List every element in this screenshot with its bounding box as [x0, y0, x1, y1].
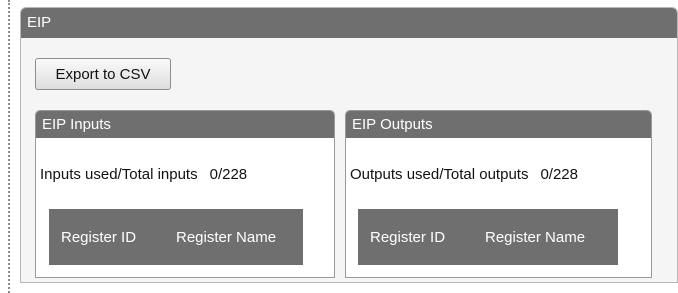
inputs-register-table-header: Register ID Register Name — [49, 209, 303, 265]
inputs-usage-value: 0/228 — [209, 166, 248, 183]
outputs-usage-value: 0/228 — [540, 166, 578, 183]
column-header-register-id[interactable]: Register ID — [358, 229, 485, 246]
eip-panel: EIP Export to CSV EIP Inputs Inputs used… — [20, 7, 678, 283]
eip-outputs-title: EIP Outputs — [346, 111, 651, 138]
inputs-usage-row: Inputs used/Total inputs 0/228 — [40, 166, 247, 183]
eip-inputs-panel: EIP Inputs Inputs used/Total inputs 0/228… — [35, 110, 335, 278]
inputs-usage-label: Inputs used/Total inputs — [40, 166, 198, 183]
outputs-usage-row: Outputs used/Total outputs 0/228 — [350, 166, 578, 183]
eip-outputs-panel: EIP Outputs Outputs used/Total outputs 0/… — [345, 110, 652, 278]
dotted-divider — [8, 0, 10, 293]
column-header-register-name[interactable]: Register Name — [176, 229, 276, 246]
export-to-csv-button[interactable]: Export to CSV — [35, 58, 171, 90]
eip-inputs-title: EIP Inputs — [36, 111, 334, 138]
column-header-register-id[interactable]: Register ID — [49, 229, 176, 246]
page: EIP Export to CSV EIP Inputs Inputs used… — [0, 0, 678, 293]
outputs-usage-label: Outputs used/Total outputs — [350, 166, 529, 183]
column-header-register-name[interactable]: Register Name — [485, 229, 585, 246]
eip-panel-title: EIP — [21, 8, 677, 38]
outputs-register-table-header: Register ID Register Name — [358, 209, 618, 265]
